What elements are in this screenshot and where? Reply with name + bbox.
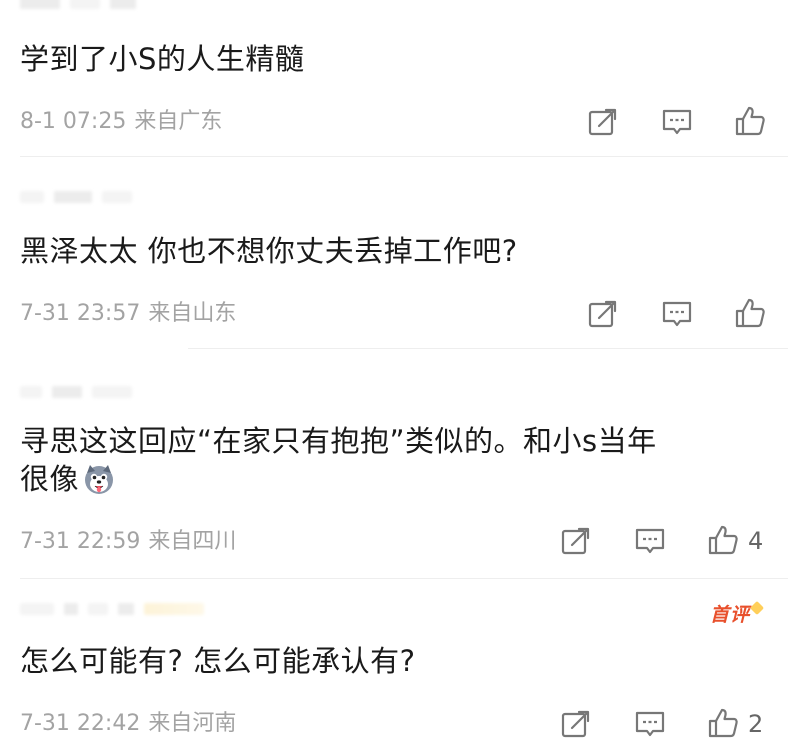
comment-date: 7-31 23:57 [20,301,141,326]
blur-block [54,191,92,203]
repost-icon [561,527,590,555]
blur-block [102,191,132,203]
comment-icon [635,528,665,554]
repost-button[interactable] [586,105,620,139]
comment-button[interactable] [660,105,694,139]
comment-date: 7-31 22:42 [20,711,141,736]
comment-text-line2: 很像 [20,462,80,496]
repost-icon [588,108,617,136]
thumbs-up-icon [735,298,765,328]
like-count: 4 [748,527,764,555]
comment-button[interactable] [660,297,694,331]
like-button[interactable] [733,104,767,138]
comment-location: 来自四川 [148,529,237,554]
like-count: 2 [748,710,764,738]
blur-block [92,386,132,398]
blur-block [52,386,82,398]
divider [188,348,788,349]
blur-block [88,603,108,615]
blur-block [20,603,54,615]
comment-location: 来自山东 [148,301,237,326]
repost-button[interactable] [586,297,620,331]
blur-block [20,386,42,398]
divider [20,156,788,157]
username-blurred[interactable] [20,385,132,399]
blur-block [70,0,100,9]
thumbs-up-icon [708,525,738,555]
thumbs-up-icon [735,106,765,136]
repost-icon [561,710,590,738]
comment-date: 8-1 07:25 [20,109,127,134]
like-button[interactable] [706,523,740,557]
sparkle-icon [749,600,765,616]
divider [20,578,788,579]
repost-button[interactable] [559,707,593,741]
comment-text: 寻思这这回应“在家只有抱抱”类似的。和小s当年 很像 [20,422,760,498]
comment-icon [635,711,665,737]
username-blurred[interactable] [20,0,136,10]
like-button[interactable] [706,706,740,740]
username-blurred[interactable] [20,190,132,204]
blur-block [20,191,44,203]
comment-text-line: 寻思这这回应“在家只有抱抱”类似的。和小s当年 [20,424,657,458]
comment-date: 7-31 22:59 [20,529,141,554]
blur-block [118,603,134,615]
comment-location: 来自广东 [134,109,223,134]
thumbs-up-icon [708,708,738,738]
comment-button[interactable] [633,707,667,741]
comment-text-line: 很像 [20,460,760,498]
comment-text: 黑泽太太 你也不想你丈夫丢掉工作吧? [20,234,518,268]
comment-text: 学到了小S的人生精髓 [20,42,305,76]
repost-icon [588,300,617,328]
comment-meta: 7-31 23:57 来自山东 [20,300,236,328]
comment-icon [662,301,692,327]
username-blurred[interactable] [20,602,204,616]
blur-block [144,603,204,615]
comment-location: 来自河南 [148,711,237,736]
blur-block [110,0,136,9]
comment-text: 怎么可能有? 怎么可能承认有? [20,644,416,678]
blur-block [64,603,78,615]
first-comment-badge: 首评 [709,600,765,627]
repost-button[interactable] [559,524,593,558]
comment-meta: 7-31 22:59 来自四川 [20,528,236,556]
comment-button[interactable] [633,524,667,558]
comment-meta: 7-31 22:42 来自河南 [20,710,236,738]
badge-label: 首评 [709,604,750,626]
comment-icon [662,109,692,135]
comment-meta: 8-1 07:25 来自广东 [20,108,222,136]
blur-block [20,0,60,9]
like-button[interactable] [733,296,767,330]
husky-dog-emoji-icon [83,463,115,495]
